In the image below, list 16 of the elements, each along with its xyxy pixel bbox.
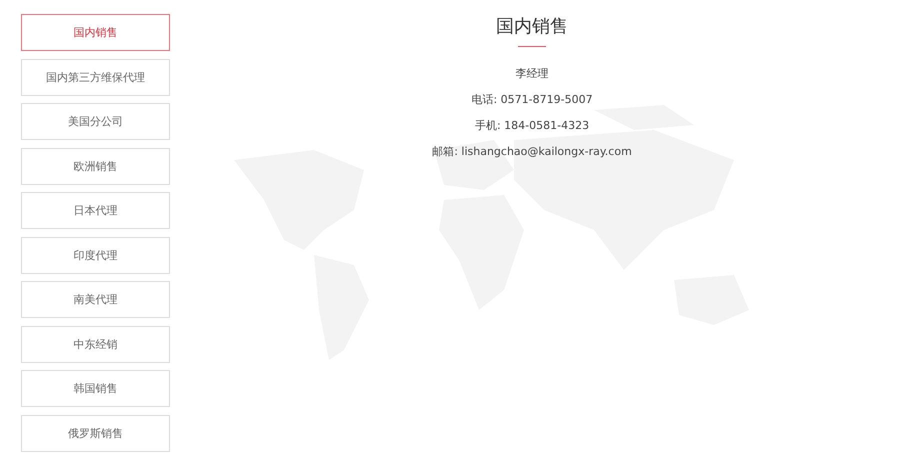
- contact-line: 电话: 0571-8719-5007: [471, 92, 593, 108]
- contact-line: 手机: 184-0581-4323: [474, 118, 590, 134]
- sidebar-item[interactable]: 国内第三方维保代理: [21, 58, 170, 96]
- sidebar-item[interactable]: 印度代理: [21, 236, 170, 274]
- sidebar-item[interactable]: 美国分公司: [21, 103, 170, 140]
- sidebar-item[interactable]: 南美代理: [21, 281, 170, 318]
- section-title: 国内销售: [496, 15, 568, 38]
- sidebar-item[interactable]: 国内销售: [21, 14, 170, 51]
- sidebar-item[interactable]: 欧洲销售: [21, 148, 170, 184]
- sidebar-item[interactable]: 日本代理: [21, 192, 170, 229]
- sidebar-item[interactable]: 中东经销: [21, 326, 170, 362]
- title-underline: [518, 46, 546, 47]
- contact-line: 李经理: [516, 66, 548, 82]
- sidebar-item[interactable]: 俄罗斯销售: [21, 414, 170, 452]
- contact-line: 邮箱: lishangchao@kailongx-ray.com: [432, 144, 632, 160]
- sidebar-item[interactable]: 韩国销售: [21, 370, 170, 407]
